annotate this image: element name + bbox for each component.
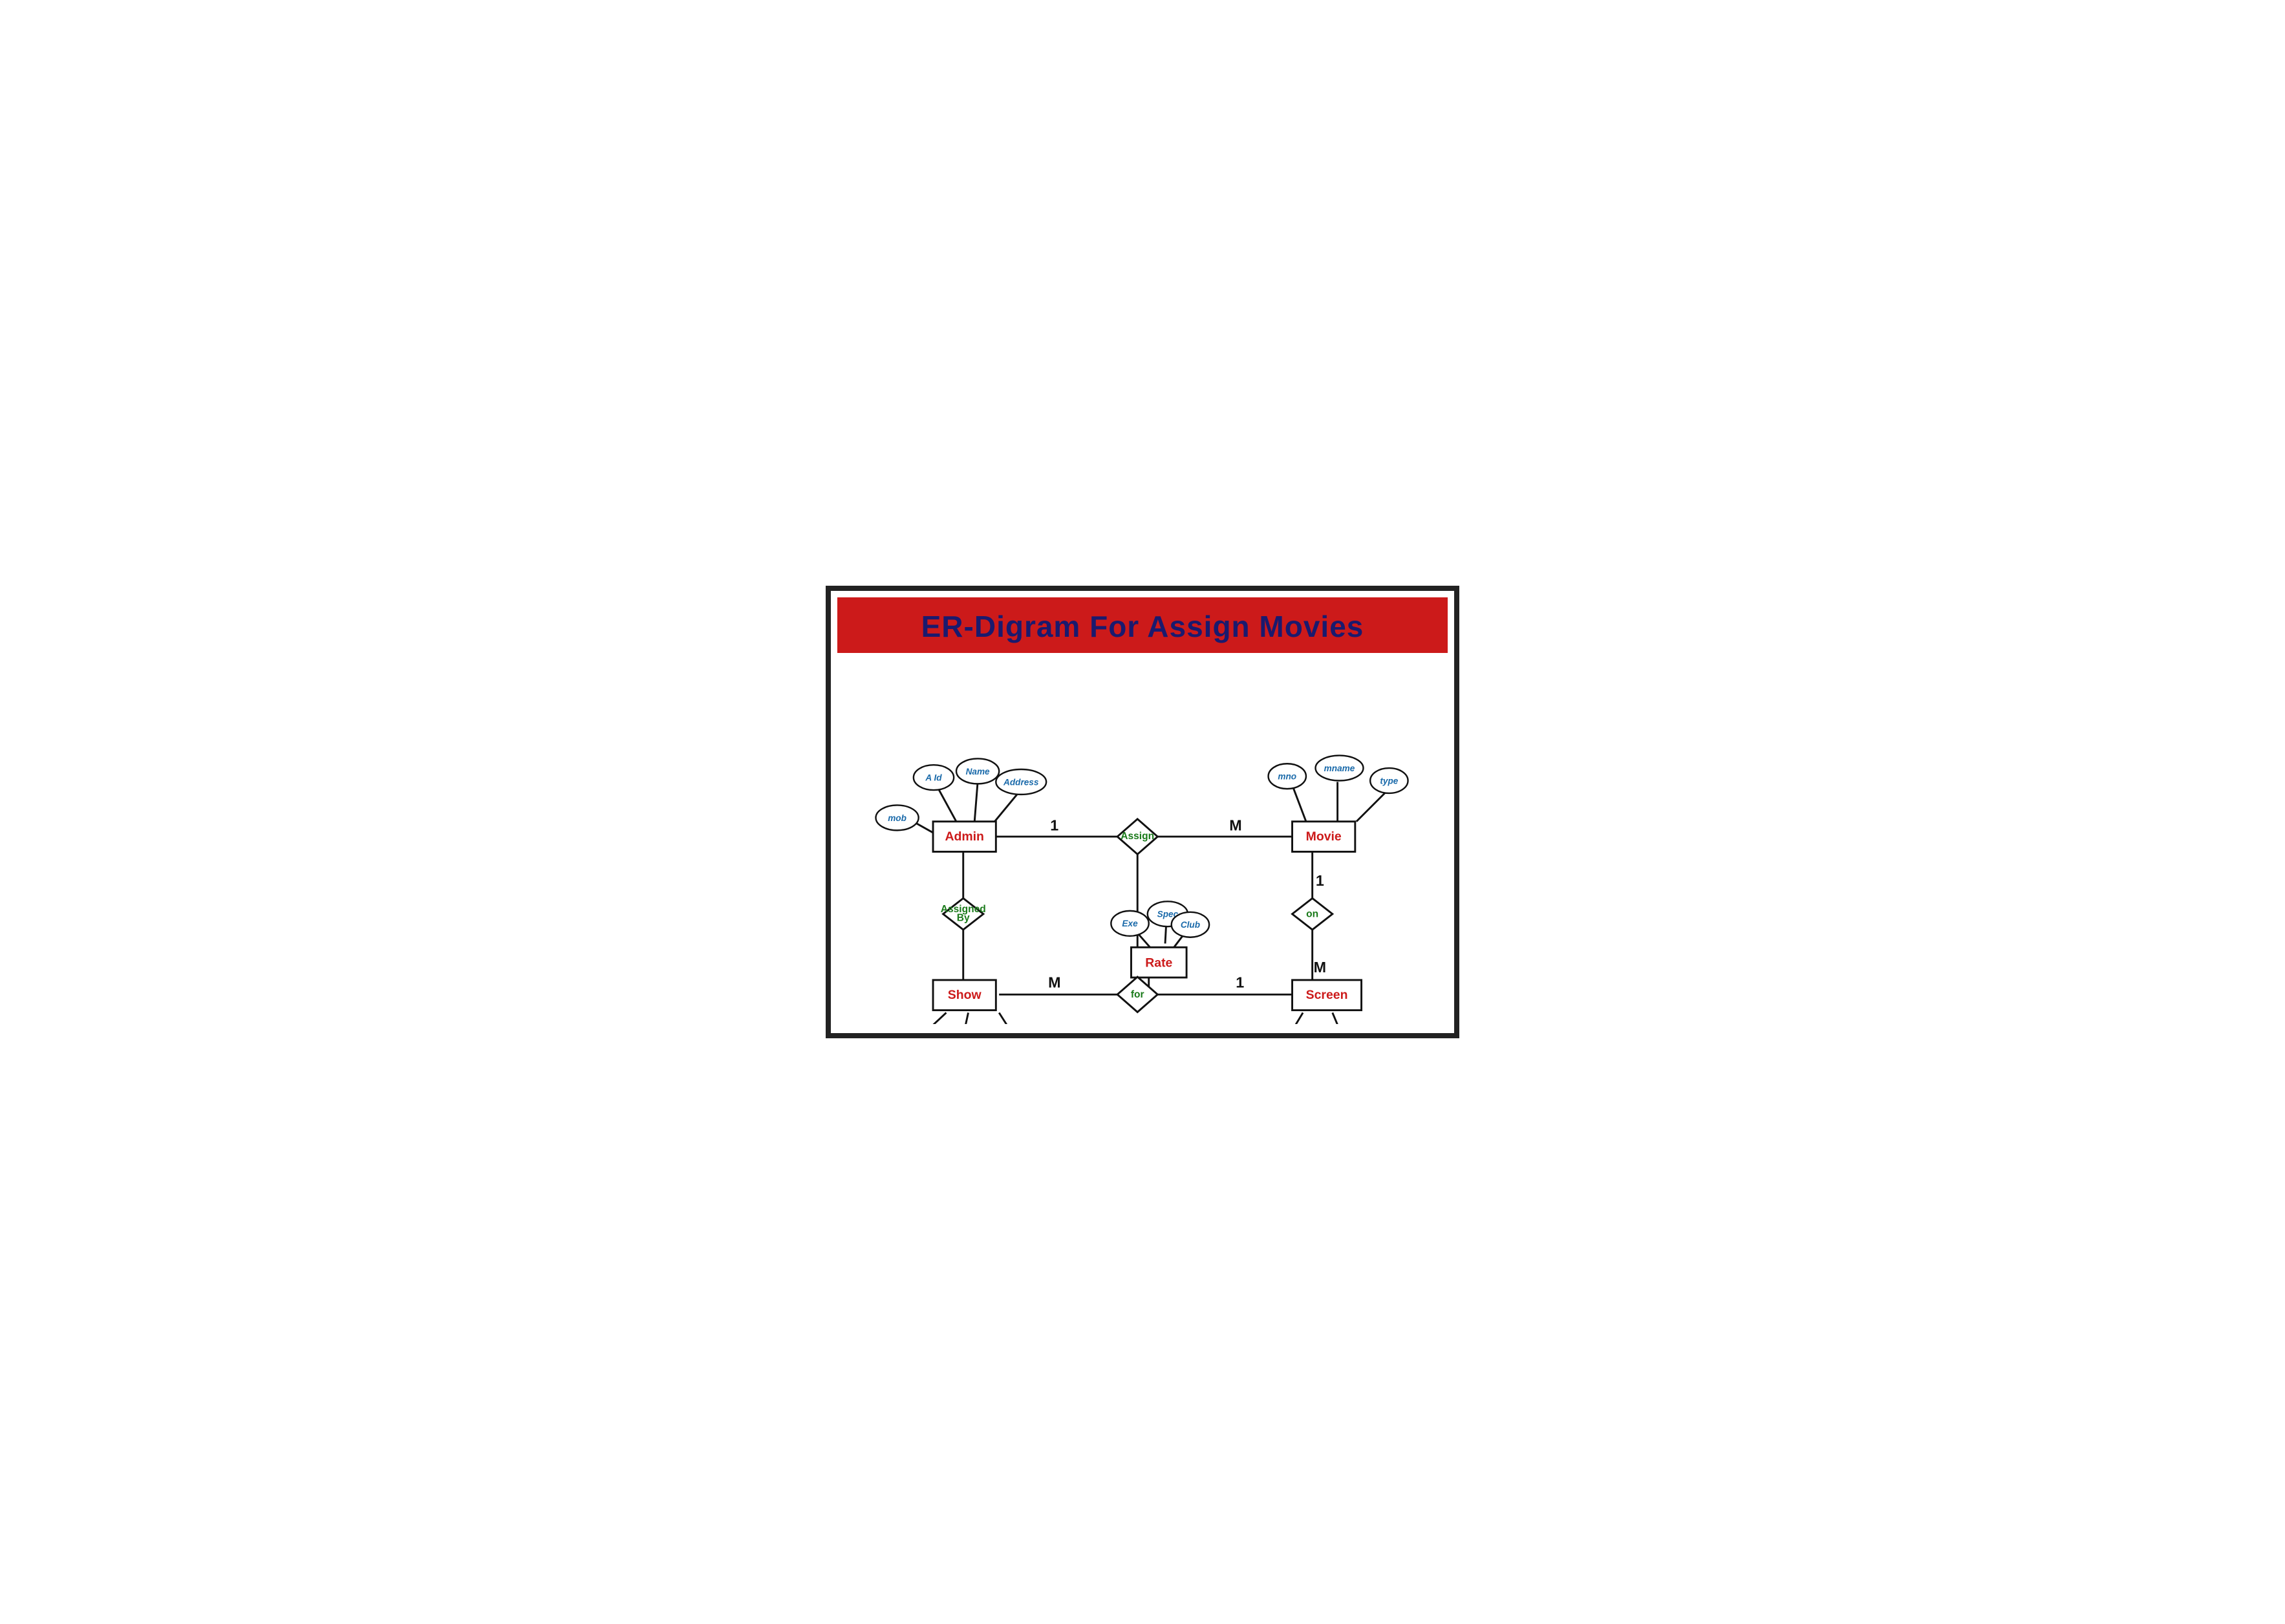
entity-rate: Rate (1131, 947, 1186, 978)
cardinality-show-for: M (1048, 974, 1060, 991)
attribute-club: Club (1172, 912, 1209, 937)
svg-text:mno: mno (1278, 772, 1296, 782)
svg-text:type: type (1380, 776, 1398, 785)
er-diagram: Admin Movie Show Screen Rate (837, 653, 1448, 1024)
attribute-type: type (1370, 768, 1408, 793)
svg-text:Screen: Screen (1306, 988, 1348, 1002)
relation-on: on (1293, 898, 1333, 930)
cardinality-movie-on: 1 (1316, 872, 1324, 889)
entity-admin: Admin (933, 822, 996, 852)
svg-text:Assign: Assign (1121, 831, 1154, 842)
svg-text:By: By (957, 912, 970, 923)
svg-text:Club: Club (1181, 920, 1200, 930)
attribute-name: Name (956, 758, 999, 784)
entity-show: Show (933, 980, 996, 1010)
svg-text:Show: Show (948, 988, 982, 1002)
svg-text:Movie: Movie (1306, 829, 1342, 844)
svg-text:Rate: Rate (1145, 956, 1172, 970)
relation-assign: Assign (1117, 819, 1157, 854)
entity-movie: Movie (1293, 822, 1355, 852)
attribute-exe: Exe (1111, 911, 1148, 936)
attribute-aid: A Id (914, 765, 954, 790)
svg-text:for: for (1131, 989, 1144, 1000)
relation-assignedby: Assigned By (941, 898, 986, 930)
svg-text:Exe: Exe (1122, 919, 1138, 928)
attribute-mob: mob (875, 805, 918, 830)
svg-text:Name: Name (966, 767, 990, 776)
entity-screen: Screen (1293, 980, 1362, 1010)
attribute-mno: mno (1269, 764, 1306, 789)
svg-text:mname: mname (1324, 764, 1355, 773)
cardinality-admin-assign: 1 (1050, 817, 1058, 833)
svg-text:on: on (1306, 909, 1318, 920)
attribute-address: Address (996, 769, 1046, 795)
cardinality-on-screen: M (1314, 959, 1326, 976)
cardinality-assign-movie: M (1229, 817, 1241, 833)
diagram-area: Admin Movie Show Screen Rate (837, 653, 1448, 1024)
relation-for: for (1117, 977, 1157, 1012)
svg-text:Admin: Admin (945, 829, 983, 844)
svg-text:mob: mob (888, 813, 906, 823)
svg-text:Address: Address (1003, 777, 1039, 787)
svg-text:A Id: A Id (925, 773, 942, 782)
cardinality-for-screen: 1 (1236, 974, 1244, 991)
header: ER-Digram For Assign Movies (837, 597, 1448, 653)
page-title: ER-Digram For Assign Movies (837, 609, 1448, 644)
outer-border: ER-Digram For Assign Movies (826, 586, 1459, 1038)
attribute-mname: mname (1316, 756, 1364, 781)
